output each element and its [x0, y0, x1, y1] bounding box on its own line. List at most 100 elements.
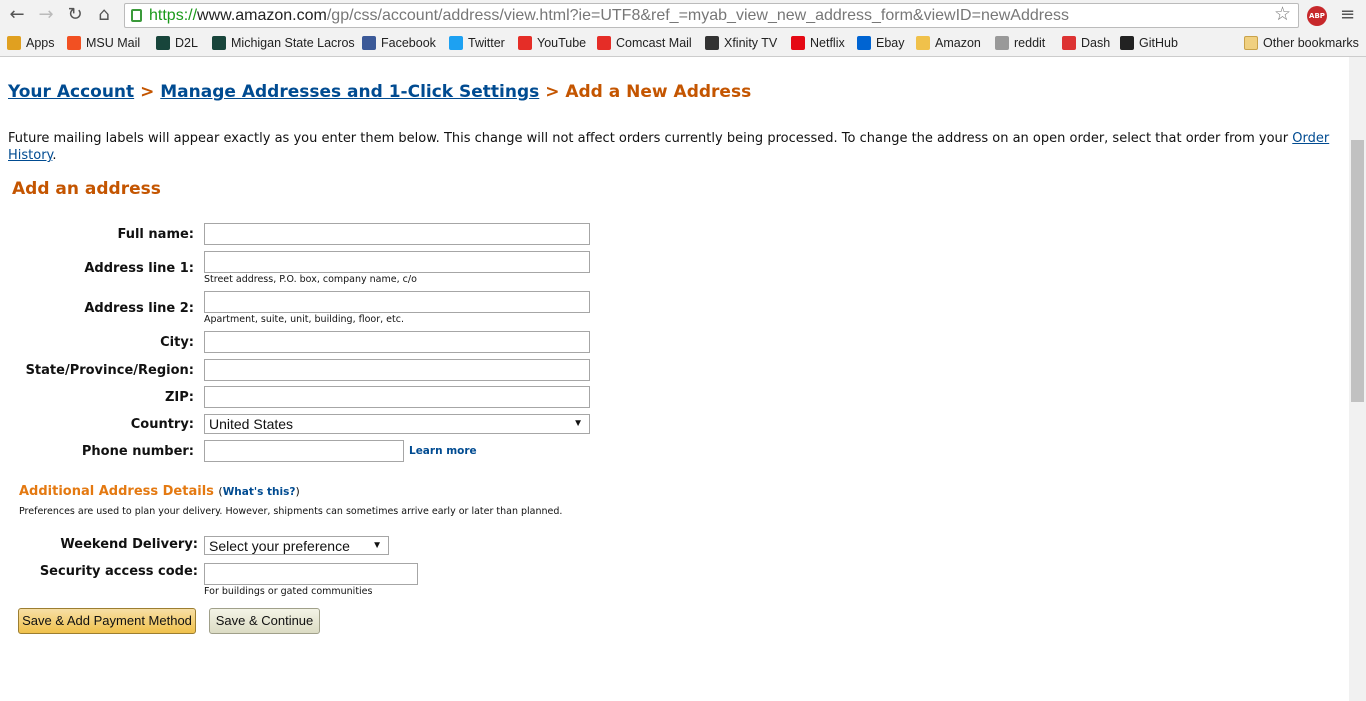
breadcrumb-current: Add a New Address [565, 82, 752, 102]
bookmark-dash[interactable]: Dash [1062, 36, 1110, 50]
full-name-label: Full name: [117, 227, 194, 242]
save-add-payment-button[interactable]: Save & Add Payment Method [18, 608, 196, 634]
bookmark-michigan-state-lacros[interactable]: Michigan State Lacros [212, 36, 355, 50]
bookmark-label: Dash [1081, 36, 1111, 50]
reload-icon[interactable]: ↻ [64, 4, 86, 25]
weekend-delivery-label: Weekend Delivery: [60, 537, 198, 552]
breadcrumb-separator: > [545, 82, 560, 102]
country-label: Country: [130, 417, 194, 432]
bookmark-label: Netflix [810, 36, 845, 50]
bookmark-facebook[interactable]: Facebook [362, 36, 436, 50]
bookmark-d2l[interactable]: D2L [156, 36, 198, 50]
other-bookmarks-label: Other bookmarks [1263, 36, 1359, 50]
bookmark-amazon[interactable]: Amazon [916, 36, 981, 50]
bookmark-apps[interactable]: Apps [7, 36, 55, 50]
lock-icon [131, 9, 142, 22]
folder-icon [1244, 36, 1258, 50]
bookmark-star-icon[interactable]: ☆ [1274, 3, 1291, 25]
breadcrumb-your-account[interactable]: Your Account [8, 82, 134, 102]
state-input[interactable] [204, 359, 590, 381]
reddit-icon [995, 36, 1009, 50]
security-code-input[interactable] [204, 563, 418, 585]
breadcrumb-separator: > [140, 82, 155, 102]
vertical-scrollbar[interactable] [1349, 57, 1366, 701]
bookmark-netflix[interactable]: Netflix [791, 36, 845, 50]
phone-input[interactable] [204, 440, 404, 462]
preferences-description: Preferences are used to plan your delive… [19, 506, 563, 517]
intro-end: . [52, 148, 57, 163]
address1-label: Address line 1: [84, 261, 194, 276]
bookmark-github[interactable]: GitHub [1120, 36, 1178, 50]
youtube-icon [518, 36, 532, 50]
zip-label: ZIP: [165, 390, 194, 405]
save-continue-button[interactable]: Save & Continue [209, 608, 320, 634]
bookmark-label: GitHub [1139, 36, 1178, 50]
bookmark-youtube[interactable]: YouTube [518, 36, 586, 50]
spartan-icon [212, 36, 226, 50]
full-name-input[interactable] [204, 223, 590, 245]
adblock-icon[interactable]: ABP [1307, 6, 1327, 26]
bookmark-msu-mail[interactable]: MSU Mail [67, 36, 140, 50]
bookmark-label: Xfinity TV [724, 36, 778, 50]
additional-details-heading: Additional Address Details (What's this?… [19, 484, 300, 499]
bookmark-xfinity-tv[interactable]: Xfinity TV [705, 36, 777, 50]
country-select[interactable]: United States ▼ [204, 414, 590, 434]
section-title: Add an address [12, 179, 161, 199]
whats-this-link[interactable]: What's this? [223, 486, 296, 498]
dash-icon [1062, 36, 1076, 50]
play-icon [705, 36, 719, 50]
address2-input[interactable] [204, 291, 590, 313]
bookmark-label: Twitter [468, 36, 505, 50]
state-label: State/Province/Region: [25, 363, 194, 378]
facebook-icon [362, 36, 376, 50]
address1-hint: Street address, P.O. box, company name, … [204, 274, 417, 285]
dropdown-arrow-icon: ▼ [573, 418, 583, 429]
security-code-label: Security access code: [39, 564, 198, 579]
bookmark-comcast-mail[interactable]: Comcast Mail [597, 36, 692, 50]
address2-hint: Apartment, suite, unit, building, floor,… [204, 314, 404, 325]
forward-icon[interactable]: → [35, 4, 57, 25]
address-bar[interactable]: https://www.amazon.com/gp/css/account/ad… [124, 3, 1299, 28]
bookmark-label: reddit [1014, 36, 1046, 50]
zip-input[interactable] [204, 386, 590, 408]
breadcrumb: Your Account > Manage Addresses and 1-Cl… [8, 82, 751, 102]
city-input[interactable] [204, 331, 590, 353]
url-host: www.amazon.com [197, 7, 327, 24]
bookmark-label: YouTube [537, 36, 587, 50]
intro-body: Future mailing labels will appear exactl… [8, 131, 1293, 146]
ebay-bag-icon [857, 36, 871, 50]
intro-text: Future mailing labels will appear exactl… [8, 130, 1338, 164]
menu-icon[interactable]: ≡ [1340, 4, 1355, 25]
xfinity-icon [597, 36, 611, 50]
bookmark-reddit[interactable]: reddit [995, 36, 1045, 50]
learn-more-link[interactable]: Learn more [409, 445, 477, 457]
phone-label: Phone number: [81, 444, 194, 459]
apps-grid-icon [7, 36, 21, 50]
bookmark-label: D2L [175, 36, 198, 50]
dropdown-arrow-icon: ▼ [372, 540, 382, 551]
bookmark-label: Comcast Mail [616, 36, 692, 50]
country-value: United States [209, 416, 294, 432]
other-bookmarks[interactable]: Other bookmarks [1244, 36, 1359, 50]
weekend-delivery-select[interactable]: Select your preference ▼ [204, 536, 389, 555]
bookmark-ebay[interactable]: Ebay [857, 36, 905, 50]
url-scheme: https:// [149, 7, 198, 24]
city-label: City: [160, 335, 194, 350]
breadcrumb-manage-addresses[interactable]: Manage Addresses and 1-Click Settings [160, 82, 539, 102]
home-icon[interactable]: ⌂ [93, 4, 115, 25]
additional-title: Additional Address Details [19, 484, 214, 499]
security-code-hint: For buildings or gated communities [204, 586, 373, 597]
amazon-icon [916, 36, 930, 50]
browser-toolbar: ← → ↻ ⌂ https://www.amazon.com/gp/css/ac… [0, 0, 1366, 31]
bookmark-label: Ebay [876, 36, 905, 50]
bookmark-label: Facebook [381, 36, 436, 50]
address1-input[interactable] [204, 251, 590, 273]
bookmark-label: MSU Mail [86, 36, 141, 50]
bookmark-label: Apps [26, 36, 55, 50]
scrollbar-thumb[interactable] [1351, 140, 1364, 402]
bookmark-twitter[interactable]: Twitter [449, 36, 505, 50]
paren: ) [295, 485, 300, 498]
back-icon[interactable]: ← [6, 4, 28, 25]
url-path: /gp/css/account/address/view.html?ie=UTF… [326, 7, 1069, 24]
page-content: Your Account > Manage Addresses and 1-Cl… [0, 57, 1349, 701]
